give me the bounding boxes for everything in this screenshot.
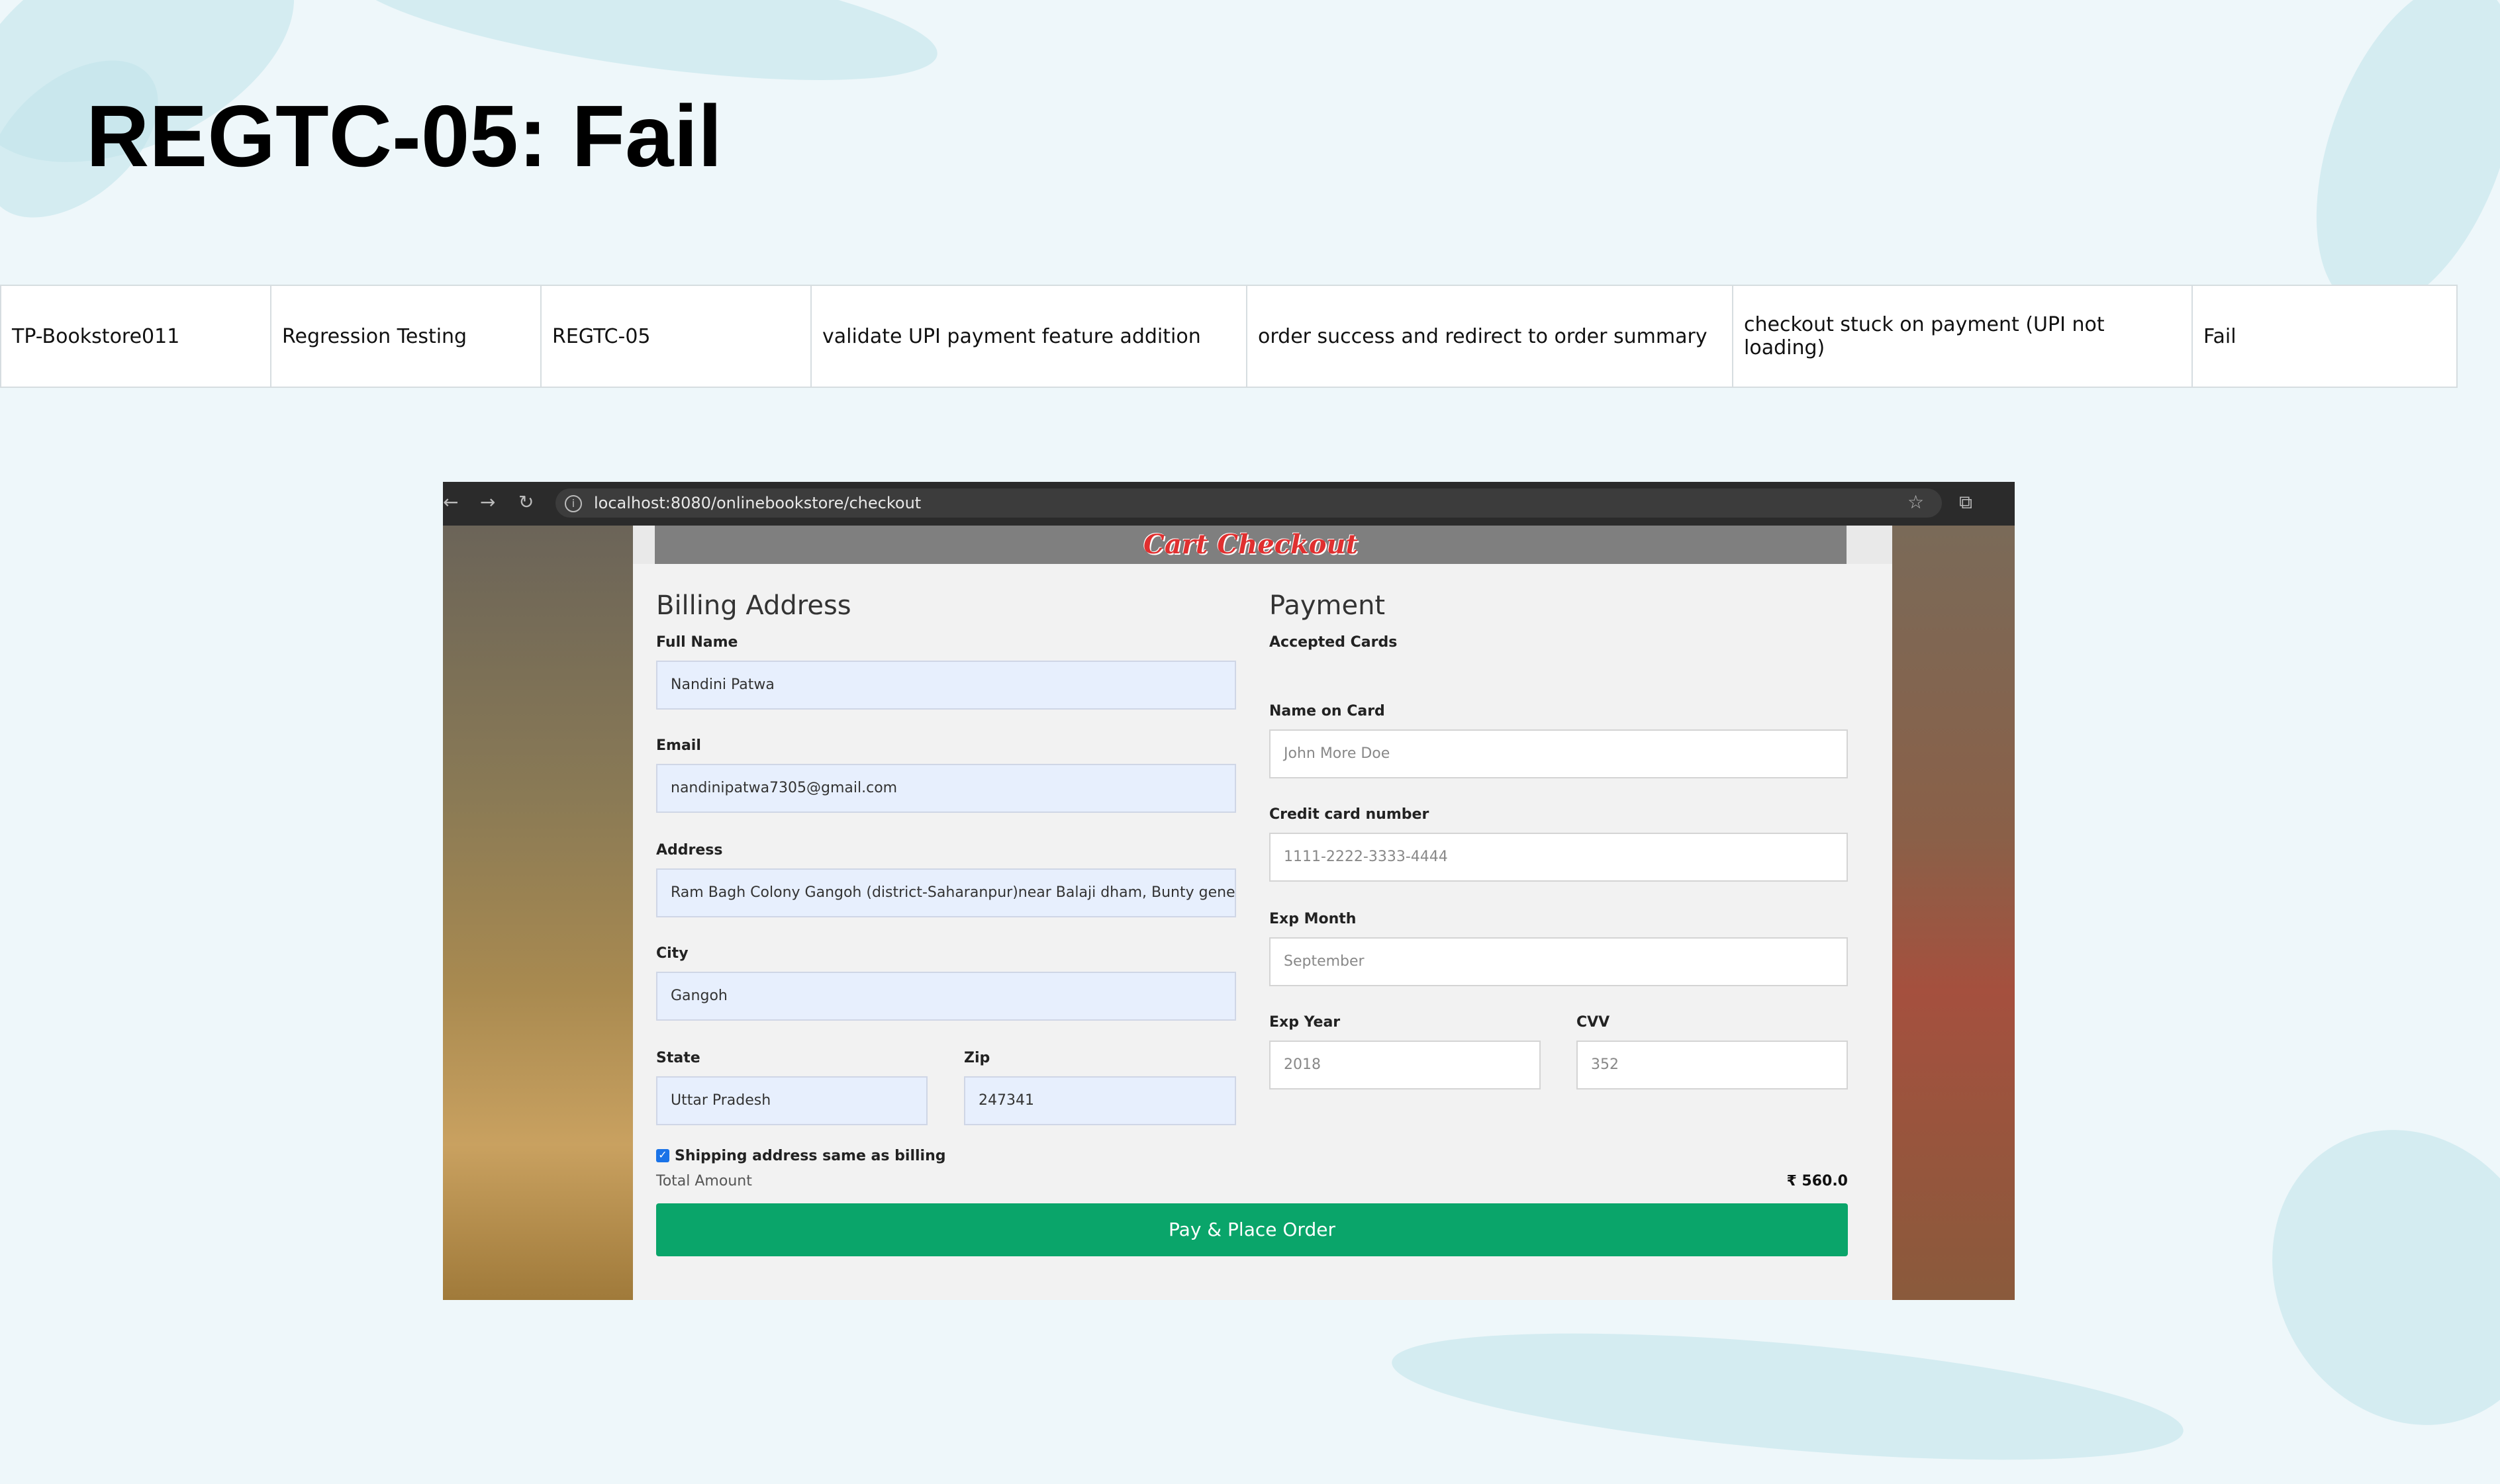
checkout-form: Billing Address Full Name Nandini Patwa … [633, 564, 1892, 1300]
bg-leaf [1387, 1309, 2188, 1484]
full-name-label: Full Name [656, 634, 738, 651]
back-arrow-icon[interactable]: ← [443, 491, 458, 513]
zip-input[interactable]: 247341 [964, 1076, 1236, 1125]
test-case-id-cell: REGTC-05 [540, 285, 812, 388]
city-label: City [656, 945, 689, 962]
total-amount-value: ₹ 560.0 [1786, 1173, 1848, 1189]
table-row: TP-Bookstore011 Regression Testing REGTC… [0, 285, 2458, 388]
address-input[interactable]: Ram Bagh Colony Gangoh (district-Saharan… [656, 868, 1236, 917]
billing-title: Billing Address [656, 590, 851, 621]
card-number-input[interactable]: 1111-2222-3333-4444 [1269, 833, 1848, 882]
test-description-cell: validate UPI payment feature addition [810, 285, 1247, 388]
checkout-header: Cart Checkout [655, 526, 1847, 564]
bg-leaf [2219, 1079, 2500, 1476]
shipping-same-label: Shipping address same as billing [675, 1148, 946, 1164]
slide-title: REGTC-05: Fail [86, 87, 722, 185]
pay-place-order-button[interactable]: Pay & Place Order [656, 1203, 1848, 1256]
email-input[interactable]: nandinipatwa7305@gmail.com [656, 764, 1236, 813]
expected-result-cell: order success and redirect to order summ… [1246, 285, 1733, 388]
header-margin [1847, 526, 1892, 564]
star-icon[interactable]: ☆ [1907, 491, 1924, 513]
total-amount-label: Total Amount [656, 1173, 752, 1189]
test-plan-id-cell: TP-Bookstore011 [0, 285, 271, 388]
actual-result-cell: checkout stuck on payment (UPI not loadi… [1732, 285, 2193, 388]
test-case-table: TP-Bookstore011 Regression Testing REGTC… [0, 285, 2458, 388]
background-image-right [1892, 526, 2015, 1300]
email-label: Email [656, 737, 701, 754]
zip-label: Zip [964, 1050, 990, 1066]
payment-title: Payment [1269, 590, 1386, 621]
shipping-same-checkbox[interactable]: ✓ [656, 1149, 669, 1162]
exp-month-label: Exp Month [1269, 911, 1357, 927]
exp-year-label: Exp Year [1269, 1014, 1341, 1031]
card-number-label: Credit card number [1269, 806, 1429, 823]
reload-icon[interactable]: ↻ [518, 491, 534, 513]
browser-toolbar: ← → ↻ localhost:8080/onlinebookstore/che… [443, 482, 2015, 526]
status-cell: Fail [2191, 285, 2458, 388]
full-name-input[interactable]: Nandini Patwa [656, 661, 1236, 710]
name-on-card-input[interactable]: John More Doe [1269, 729, 1848, 778]
state-label: State [656, 1050, 700, 1066]
test-type-cell: Regression Testing [270, 285, 542, 388]
browser-screenshot: ← → ↻ localhost:8080/onlinebookstore/che… [443, 482, 2015, 1300]
extensions-icon[interactable]: ⧉ [1959, 491, 1972, 514]
exp-month-input[interactable]: September [1269, 937, 1848, 986]
address-bar[interactable]: localhost:8080/onlinebookstore/checkout [555, 488, 1942, 518]
cvv-label: CVV [1576, 1014, 1610, 1031]
accepted-cards-label: Accepted Cards [1269, 634, 1398, 651]
name-on-card-label: Name on Card [1269, 703, 1385, 719]
exp-year-input[interactable]: 2018 [1269, 1041, 1541, 1090]
info-icon[interactable]: i [565, 495, 582, 512]
city-input[interactable]: Gangoh [656, 972, 1236, 1021]
state-input[interactable]: Uttar Pradesh [656, 1076, 928, 1125]
header-margin [633, 526, 655, 564]
forward-arrow-icon[interactable]: → [480, 491, 495, 513]
address-label: Address [656, 842, 723, 858]
background-image-left [443, 526, 633, 1300]
cvv-input[interactable]: 352 [1576, 1041, 1848, 1090]
